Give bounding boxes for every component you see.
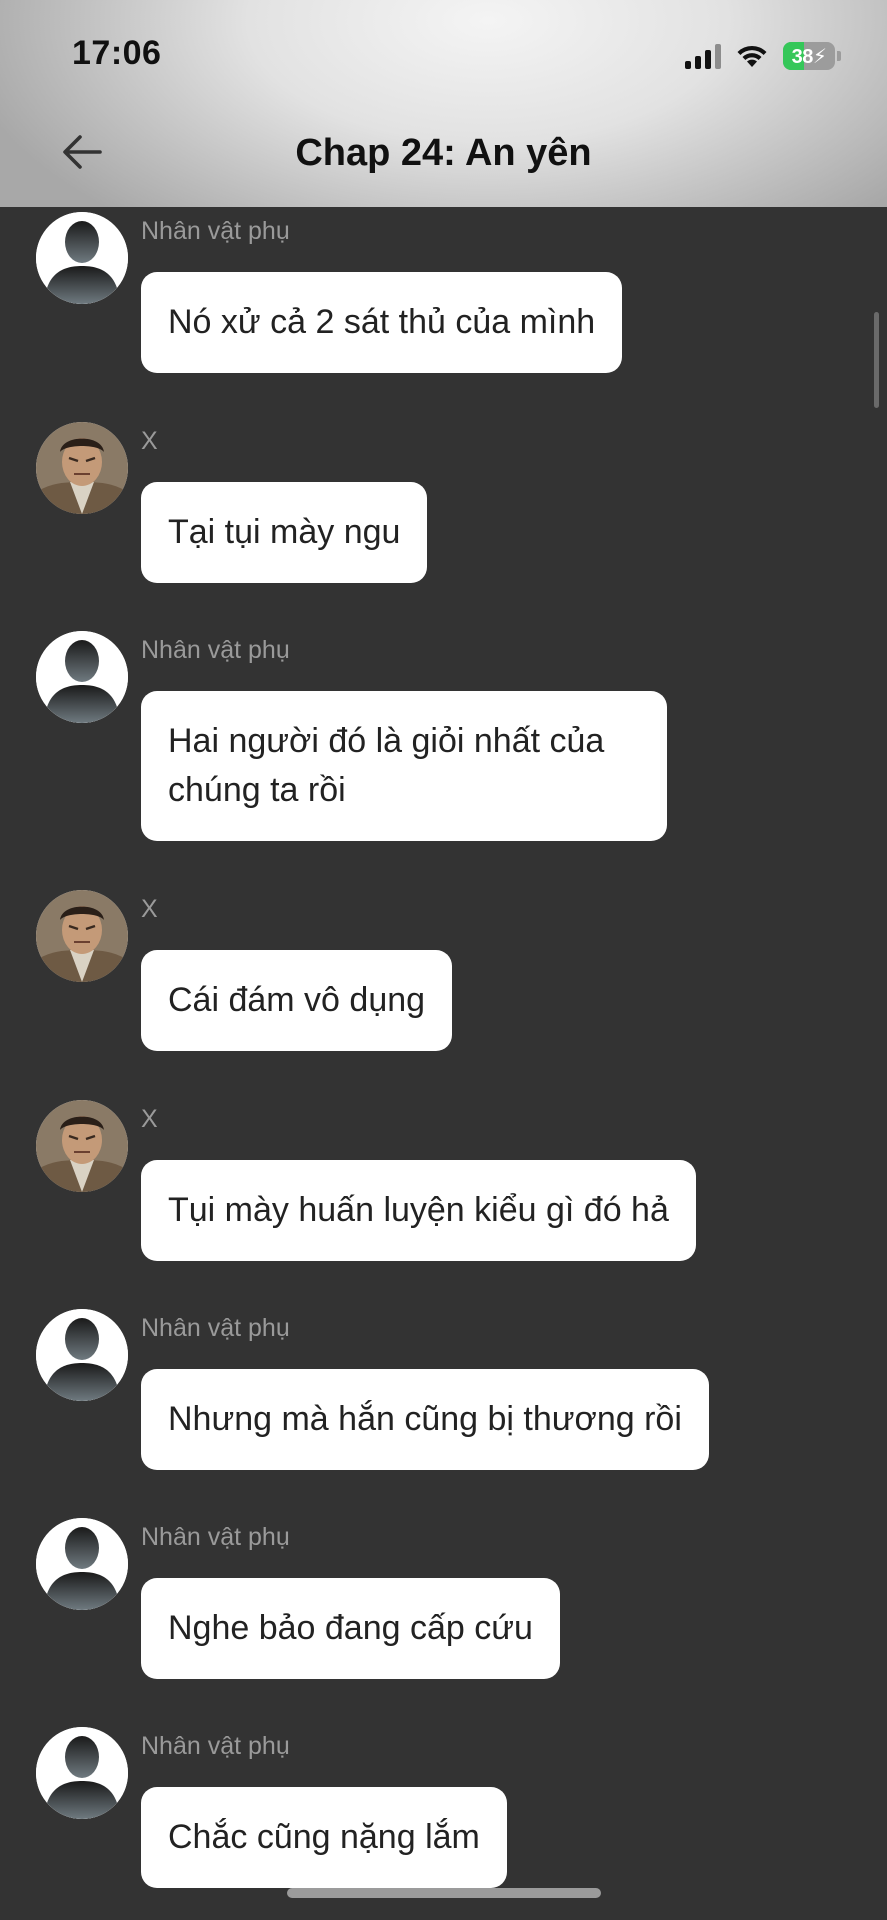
home-indicator[interactable]	[287, 1888, 601, 1898]
battery-percent: 38	[791, 45, 814, 68]
silhouette-avatar-icon	[36, 1727, 128, 1819]
message-bubble: Hai người đó là giỏi nhất của chúng ta r…	[141, 691, 667, 841]
sender-name: X	[141, 895, 158, 923]
sender-name: Nhân vật phụ	[141, 1732, 290, 1760]
wifi-icon	[737, 45, 767, 67]
sender-name: Nhân vật phụ	[141, 217, 290, 245]
message-bubble: Tại tụi mày ngu	[141, 482, 428, 583]
message-list[interactable]: Nhân vật phụ Nó xử cả 2 sát thủ của mình…	[0, 207, 887, 1920]
message-bubble: Nó xử cả 2 sát thủ của mình	[141, 272, 623, 373]
silhouette-avatar-icon	[36, 1518, 128, 1610]
avatar[interactable]	[36, 890, 128, 982]
sender-name: X	[141, 427, 158, 455]
character-x-avatar-icon	[36, 1100, 128, 1192]
avatar[interactable]	[36, 1100, 128, 1192]
silhouette-avatar-icon	[36, 1309, 128, 1401]
status-icons: 38⚡	[685, 40, 841, 72]
message-bubble: Nhưng mà hắn cũng bị thương rồi	[141, 1369, 709, 1470]
message-bubble: Tụi mày huấn luyện kiểu gì đó hả	[141, 1160, 696, 1261]
character-x-avatar-icon	[36, 890, 128, 982]
avatar[interactable]	[36, 1727, 128, 1819]
silhouette-avatar-icon	[36, 212, 128, 304]
avatar[interactable]	[36, 1309, 128, 1401]
sender-name: Nhân vật phụ	[141, 1314, 290, 1342]
battery-cap	[837, 51, 841, 61]
scrollbar[interactable]	[874, 312, 879, 408]
sender-name: Nhân vật phụ	[141, 1523, 290, 1551]
message-bubble: Chắc cũng nặng lắm	[141, 1787, 507, 1888]
cellular-signal-icon	[685, 43, 721, 69]
avatar[interactable]	[36, 631, 128, 723]
sender-name: Nhân vật phụ	[141, 636, 290, 664]
charging-bolt-icon: ⚡	[812, 45, 827, 68]
message-bubble: Nghe bảo đang cấp cứu	[141, 1578, 560, 1679]
silhouette-avatar-icon	[36, 631, 128, 723]
status-time: 17:06	[72, 34, 162, 72]
chat-screen: 17:06 38⚡ Chap 24: An yên Nhân vật phụ N…	[0, 0, 887, 1920]
avatar[interactable]	[36, 422, 128, 514]
sender-name: X	[141, 1105, 158, 1133]
header-bar: 17:06 38⚡ Chap 24: An yên	[0, 0, 887, 207]
message-bubble: Cái đám vô dụng	[141, 950, 453, 1051]
avatar[interactable]	[36, 1518, 128, 1610]
avatar[interactable]	[36, 212, 128, 304]
battery-charging-icon: 38⚡	[783, 42, 835, 70]
character-x-avatar-icon	[36, 422, 128, 514]
page-title: Chap 24: An yên	[295, 132, 592, 174]
